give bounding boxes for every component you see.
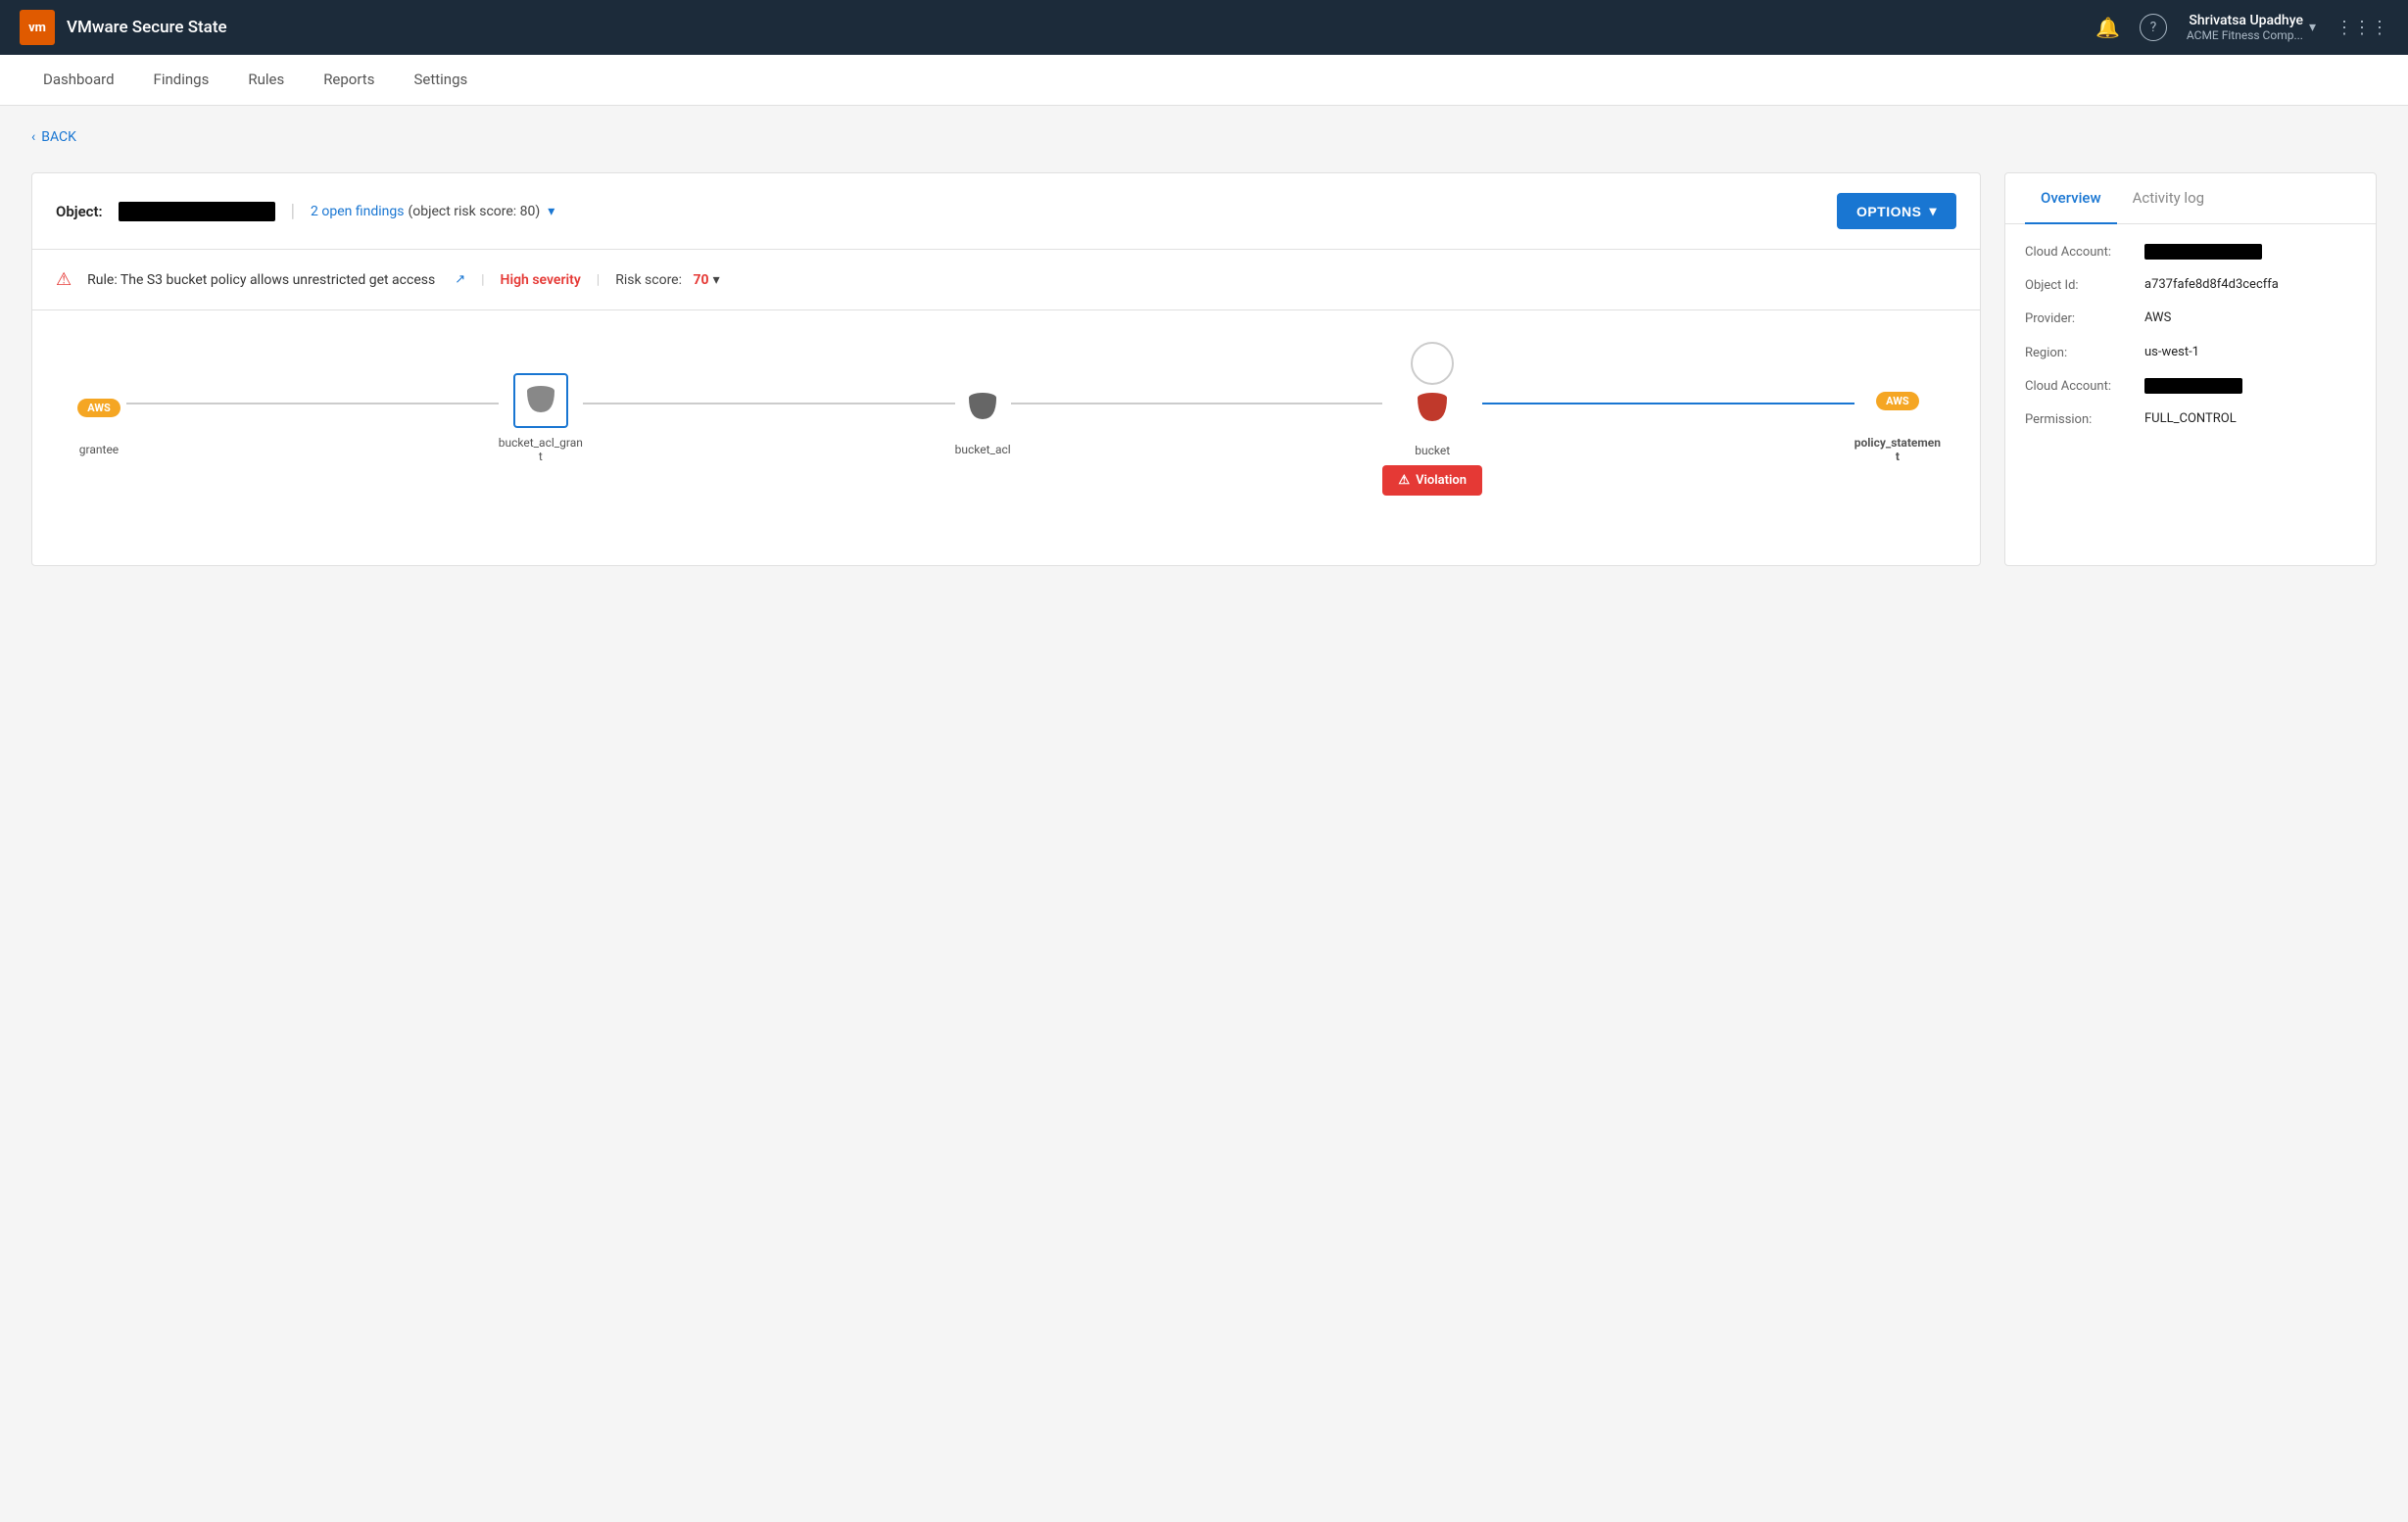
node-grantee: AWS grantee <box>72 380 126 456</box>
tab-activity-log[interactable]: Activity log <box>2117 173 2220 224</box>
panel-content: Cloud Account: Object Id: a737fafe8d8f4d… <box>2005 224 2376 464</box>
vm-logo: vm <box>20 10 55 45</box>
main-area: Object: | 2 open findings (object risk s… <box>31 172 1981 566</box>
bucket-red-icon <box>1405 381 1460 436</box>
warning-triangle-icon: ⚠ <box>56 269 72 290</box>
graph-area: AWS grantee bucket_acl_grant <box>32 310 1980 565</box>
user-org: ACME Fitness Comp... <box>2187 28 2303 42</box>
help-icon[interactable]: ? <box>2140 14 2167 41</box>
content-wrapper: Object: | 2 open findings (object risk s… <box>31 172 2377 566</box>
external-link-icon[interactable]: ↗ <box>455 272 465 287</box>
back-chevron-icon: ‹ <box>31 129 35 145</box>
detail-row-permission: Permission: FULL_CONTROL <box>2025 411 2356 429</box>
grantee-label: grantee <box>79 443 119 456</box>
severity-badge: High severity <box>501 272 581 288</box>
node-bucket-acl[interactable]: bucket_acl <box>955 380 1011 456</box>
node-bucket[interactable]: bucket ⚠ Violation <box>1382 342 1482 496</box>
findings-group: 2 open findings (object risk score: 80) … <box>311 204 554 219</box>
detail-value-cloud-account-2-redacted <box>2144 378 2242 394</box>
notification-icon[interactable]: 🔔 <box>2095 16 2120 39</box>
risk-score-finding: Risk score: 70 ▾ <box>615 272 719 288</box>
user-name-block: Shrivatsa Upadhye ACME Fitness Comp... <box>2187 13 2303 42</box>
back-label: BACK <box>41 129 76 145</box>
risk-score-chevron-icon[interactable]: ▾ <box>713 272 720 288</box>
nav-rules[interactable]: Rules <box>228 55 304 106</box>
detail-row-object-id: Object Id: a737fafe8d8f4d3cecffa <box>2025 277 2356 295</box>
risk-score-label: Risk score: <box>615 272 682 288</box>
detail-label-region: Region: <box>2025 345 2133 362</box>
grantee-aws-badge: AWS <box>77 399 120 417</box>
bucket-label: bucket <box>1415 444 1450 457</box>
top-nav-right: 🔔 ? Shrivatsa Upadhye ACME Fitness Comp.… <box>2095 13 2388 42</box>
options-button[interactable]: OPTIONS ▾ <box>1837 193 1956 229</box>
object-name-redacted <box>119 202 275 221</box>
object-label: Object: <box>56 203 103 220</box>
detail-row-cloud-account-1: Cloud Account: <box>2025 244 2356 262</box>
panel-tabs: Overview Activity log <box>2005 173 2376 224</box>
findings-link[interactable]: 2 open findings <box>311 204 404 219</box>
violation-badge: ⚠ Violation <box>1382 465 1482 496</box>
connector-4-blue <box>1482 403 1854 404</box>
tab-overview[interactable]: Overview <box>2025 173 2117 224</box>
risk-score-chevron-icon[interactable]: ▾ <box>548 204 554 219</box>
detail-value-provider: AWS <box>2144 310 2171 328</box>
node-policy-statement[interactable]: AWS policy_statement <box>1854 373 1941 463</box>
detail-label-cloud-account-2: Cloud Account: <box>2025 378 2133 396</box>
violation-label: Violation <box>1416 473 1467 488</box>
pipe-2: | <box>597 272 600 288</box>
top-navigation: vm VMware Secure State 🔔 ? Shrivatsa Upa… <box>0 0 2408 55</box>
pipe-1: | <box>481 272 484 288</box>
object-header-left: Object: | 2 open findings (object risk s… <box>56 201 554 221</box>
detail-row-region: Region: us-west-1 <box>2025 345 2356 362</box>
divider: | <box>291 201 295 221</box>
policy-statement-icon: AWS <box>1870 373 1925 428</box>
detail-label-object-id: Object Id: <box>2025 277 2133 295</box>
detail-label-provider: Provider: <box>2025 310 2133 328</box>
policy-statement-aws-badge: AWS <box>1876 392 1919 410</box>
risk-score-text: (object risk score: 80) <box>408 204 540 219</box>
top-nav-left: vm VMware Secure State <box>20 10 227 45</box>
nav-settings[interactable]: Settings <box>394 55 487 106</box>
grantee-icon: AWS <box>72 380 126 435</box>
policy-statement-label: policy_statement <box>1854 436 1941 463</box>
nav-reports[interactable]: Reports <box>304 55 394 106</box>
finding-row: ⚠ Rule: The S3 bucket policy allows unre… <box>32 250 1980 310</box>
connector-1 <box>126 403 499 404</box>
grid-icon[interactable]: ⋮⋮⋮ <box>2336 18 2388 38</box>
bucket-acl-icon <box>955 380 1010 435</box>
detail-value-permission: FULL_CONTROL <box>2144 411 2237 429</box>
nav-dashboard[interactable]: Dashboard <box>24 55 134 106</box>
right-panel: Overview Activity log Cloud Account: Obj… <box>2004 172 2377 566</box>
connector-3 <box>1011 403 1383 404</box>
detail-value-region: us-west-1 <box>2144 345 2199 362</box>
detail-row-provider: Provider: AWS <box>2025 310 2356 328</box>
bucket-acl-grant-icon <box>513 373 568 428</box>
bucket-acl-label: bucket_acl <box>955 443 1011 456</box>
node-bucket-acl-grant[interactable]: bucket_acl_grant <box>499 373 583 463</box>
risk-score-value: 70 <box>693 272 708 288</box>
app-title: VMware Secure State <box>67 18 227 37</box>
object-header: Object: | 2 open findings (object risk s… <box>32 173 1980 250</box>
user-info: Shrivatsa Upadhye ACME Fitness Comp... ▾ <box>2187 13 2316 42</box>
back-link[interactable]: ‹ BACK <box>31 129 76 145</box>
bucket-violation-container <box>1405 342 1460 436</box>
violation-warning-icon: ⚠ <box>1398 473 1410 488</box>
detail-label-permission: Permission: <box>2025 411 2133 429</box>
detail-label-cloud-account-1: Cloud Account: <box>2025 244 2133 262</box>
bucket-acl-grant-label: bucket_acl_grant <box>499 436 583 463</box>
options-label: OPTIONS <box>1856 204 1922 219</box>
options-chevron-icon: ▾ <box>1929 203 1937 219</box>
detail-value-cloud-account-1-redacted <box>2144 244 2262 260</box>
user-dropdown-icon[interactable]: ▾ <box>2309 20 2316 35</box>
nav-findings[interactable]: Findings <box>134 55 229 106</box>
rule-text: Rule: The S3 bucket policy allows unrest… <box>87 272 435 288</box>
detail-row-cloud-account-2: Cloud Account: <box>2025 378 2356 396</box>
page-content: ‹ BACK Object: | 2 open findings (object… <box>0 106 2408 1522</box>
main-navigation: Dashboard Findings Rules Reports Setting… <box>0 55 2408 106</box>
bucket-circle <box>1411 342 1454 385</box>
user-name: Shrivatsa Upadhye <box>2189 13 2303 28</box>
connector-2 <box>583 403 955 404</box>
detail-value-object-id: a737fafe8d8f4d3cecffa <box>2144 277 2279 295</box>
